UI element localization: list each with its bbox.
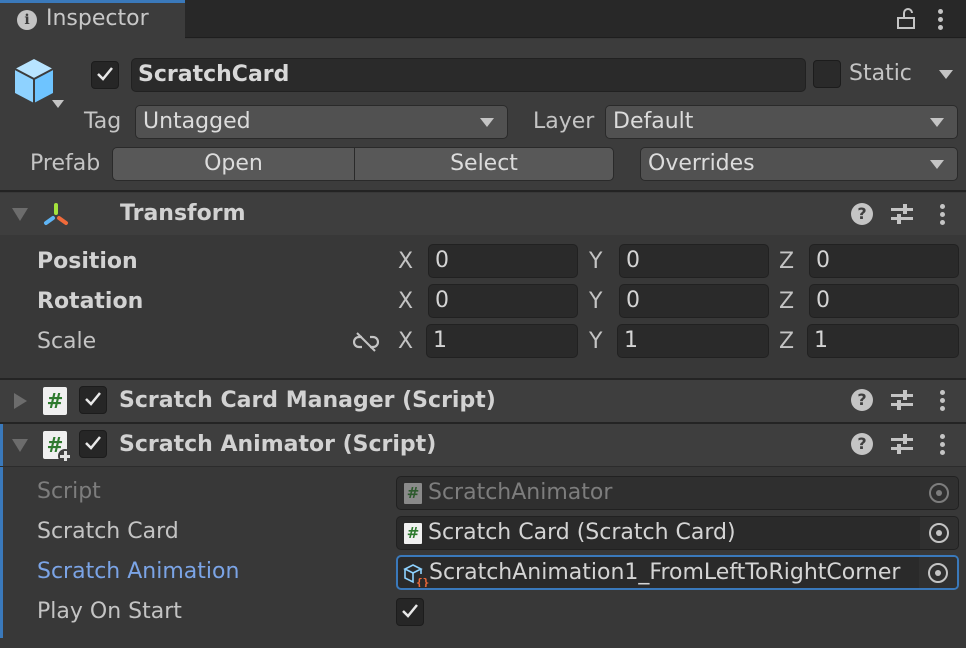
rotation-z-input[interactable]: 0	[809, 284, 959, 318]
scratch-card-label: Scratch Card	[37, 519, 179, 544]
script-value: ScratchAnimator	[428, 480, 613, 505]
presets-icon[interactable]	[890, 433, 914, 455]
component-title: Scratch Card Manager (Script)	[119, 388, 496, 413]
object-picker-button	[920, 477, 958, 509]
chevron-down-icon	[930, 118, 944, 127]
object-picker-button[interactable]	[919, 557, 957, 588]
static-dropdown-icon[interactable]	[939, 70, 953, 79]
axis-x-label[interactable]: X	[398, 249, 413, 274]
object-picker-icon	[929, 483, 949, 503]
prefab-select-button[interactable]: Select	[354, 147, 614, 181]
prefab-open-button[interactable]: Open	[112, 147, 355, 181]
transform-header[interactable]: Transform ?	[0, 193, 966, 235]
component-divider	[0, 466, 966, 467]
static-checkbox[interactable]	[813, 60, 841, 88]
transform-axis-icon	[44, 203, 68, 225]
axis-z-label[interactable]: Z	[779, 249, 794, 274]
position-y-input[interactable]: 0	[619, 244, 769, 278]
object-picker-icon	[929, 523, 949, 543]
added-override-bar	[0, 424, 3, 638]
help-icon[interactable]: ?	[851, 203, 873, 225]
axis-x-label[interactable]: X	[398, 329, 413, 354]
tab-inspector-label: Inspector	[46, 6, 149, 31]
csharp-script-icon: #	[43, 387, 67, 415]
position-x-input[interactable]: 0	[428, 244, 578, 278]
tab-inspector[interactable]: i Inspector	[0, 0, 185, 39]
scratch-animation-value: ScratchAnimation1_FromLeftToRightCorner	[429, 560, 901, 585]
component-menu-icon[interactable]	[938, 204, 946, 226]
window-menu-icon[interactable]	[936, 9, 944, 31]
chevron-down-icon	[930, 160, 944, 169]
play-on-start-checkbox[interactable]	[396, 598, 424, 626]
gameobject-name-input[interactable]: ScratchCard	[131, 58, 806, 92]
scratch-animation-object-field[interactable]: {} ScratchAnimation1_FromLeftToRightCorn…	[396, 555, 959, 590]
scratch-card-value: Scratch Card (Scratch Card)	[428, 520, 736, 545]
help-icon[interactable]: ?	[851, 433, 873, 455]
object-picker-button[interactable]	[920, 517, 958, 549]
scale-z-input[interactable]: 1	[807, 324, 959, 358]
tag-label: Tag	[84, 109, 122, 134]
static-label: Static	[849, 61, 912, 86]
prefab-overrides-dropdown[interactable]: Overrides	[640, 147, 958, 181]
scratch-card-manager-header[interactable]: # Scratch Card Manager (Script) ?	[0, 380, 966, 422]
help-icon[interactable]: ?	[851, 389, 873, 411]
checkmark-icon	[85, 436, 101, 450]
position-label: Position	[37, 249, 138, 274]
foldout-expanded-icon[interactable]	[12, 208, 28, 221]
component-enabled-checkbox[interactable]	[79, 386, 107, 414]
rotation-x-input[interactable]: 0	[428, 284, 578, 318]
chevron-down-icon	[480, 118, 494, 127]
tag-dropdown[interactable]: Untagged	[135, 105, 508, 139]
component-title: Scratch Animator (Script)	[119, 432, 437, 457]
layer-value: Default	[613, 109, 694, 134]
component-enabled-checkbox[interactable]	[79, 430, 107, 458]
scratch-animation-label: Scratch Animation	[37, 559, 240, 584]
scriptable-object-icon: {}	[403, 564, 429, 587]
axis-y-label[interactable]: Y	[589, 289, 602, 314]
layer-label: Layer	[533, 109, 595, 134]
prefab-label: Prefab	[30, 151, 101, 176]
scratch-card-object-field[interactable]: # Scratch Card (Scratch Card)	[396, 516, 959, 550]
svg-text:{}: {}	[416, 576, 429, 587]
checkmark-icon	[97, 67, 113, 81]
gameobject-active-checkbox[interactable]	[91, 61, 119, 89]
play-on-start-label: Play On Start	[37, 599, 182, 624]
axis-y-label[interactable]: Y	[589, 249, 602, 274]
axis-y-label[interactable]: Y	[589, 329, 602, 354]
object-picker-icon	[928, 563, 948, 583]
icon-dropdown-caret[interactable]	[52, 100, 64, 108]
transform-title: Transform	[120, 201, 246, 226]
foldout-expanded-icon[interactable]	[12, 439, 28, 452]
component-menu-icon[interactable]	[938, 390, 946, 412]
rotation-y-input[interactable]: 0	[619, 284, 769, 318]
info-icon: i	[17, 10, 37, 30]
script-label: Script	[37, 479, 101, 504]
checkmark-icon	[402, 604, 418, 618]
csharp-script-added-icon: #	[43, 431, 72, 463]
gameobject-cube-icon[interactable]	[12, 57, 56, 105]
scratch-animator-header[interactable]: # Scratch Animator (Script) ?	[0, 424, 966, 466]
presets-icon[interactable]	[890, 203, 914, 225]
scale-x-input[interactable]: 1	[426, 324, 578, 358]
overrides-label: Overrides	[648, 151, 755, 176]
csharp-script-icon: #	[404, 523, 422, 544]
axis-x-label[interactable]: X	[398, 289, 413, 314]
position-z-input[interactable]: 0	[809, 244, 959, 278]
scale-label: Scale	[37, 329, 97, 354]
unlinked-scale-icon[interactable]	[353, 331, 379, 353]
script-object-field: # ScratchAnimator	[396, 476, 959, 510]
presets-icon[interactable]	[890, 389, 914, 411]
scale-y-input[interactable]: 1	[617, 324, 769, 358]
rotation-label: Rotation	[37, 289, 144, 314]
csharp-script-icon: #	[404, 483, 422, 504]
component-menu-icon[interactable]	[938, 434, 946, 456]
lock-open-icon[interactable]	[895, 8, 917, 30]
checkmark-icon	[85, 392, 101, 406]
layer-dropdown[interactable]: Default	[605, 105, 958, 139]
axis-z-label[interactable]: Z	[779, 329, 794, 354]
axis-z-label[interactable]: Z	[779, 289, 794, 314]
tag-value: Untagged	[143, 109, 251, 134]
foldout-collapsed-icon[interactable]	[14, 393, 27, 409]
